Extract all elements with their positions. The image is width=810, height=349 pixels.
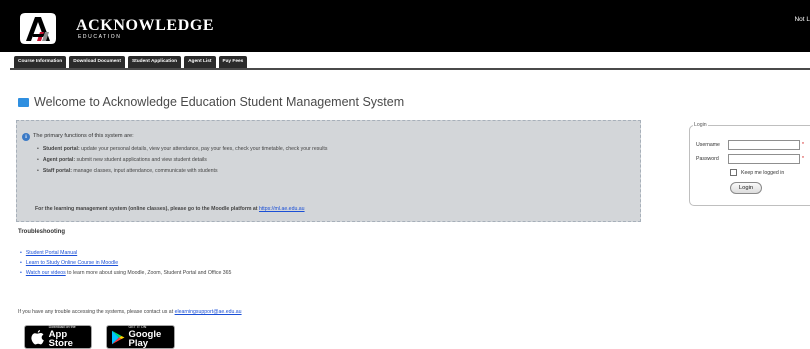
required-marker: * <box>802 142 804 148</box>
page-title: Welcome to Acknowledge Education Student… <box>34 95 405 109</box>
password-label: Password <box>696 156 719 162</box>
portal-list: Student portal: update your personal det… <box>37 146 328 179</box>
brand-subtitle: EDUCATION <box>78 34 122 40</box>
password-input[interactable] <box>728 154 800 164</box>
brand-name: ACKNOWLEDGE <box>76 17 215 34</box>
google-play-button[interactable]: GET IT ON Google Play <box>106 325 175 349</box>
tab-download-document[interactable]: Download Document <box>69 56 125 68</box>
google-play-text: GET IT ON Google Play <box>129 325 174 348</box>
troubleshooting-list: Student Portal Manual Learn to Study Onl… <box>20 250 232 280</box>
tab-student-application[interactable]: Student Application <box>127 56 182 68</box>
moodle-text: For the learning management system (onli… <box>35 206 259 212</box>
nav-divider <box>10 68 810 70</box>
list-item: Student Portal Manual <box>20 250 231 256</box>
info-heading: The primary functions of this system are… <box>33 133 134 139</box>
app-store-text: Download on the App Store <box>49 325 91 348</box>
list-item: Watch our videos to learn more about usi… <box>20 270 232 276</box>
videos-description: to learn more about using Moodle, Zoom, … <box>65 270 232 276</box>
portal-name: Staff portal: <box>42 168 72 174</box>
list-item: Learn to Study Online Course in Moodle <box>20 260 231 266</box>
moodle-notice: For the learning management system (onli… <box>35 206 305 212</box>
info-icon: i <box>22 133 30 141</box>
moodle-link[interactable]: https://ml.ae.edu.au <box>259 206 305 212</box>
app-store-label: App Store <box>48 328 73 349</box>
portal-description: submit new student applications and view… <box>75 157 207 163</box>
support-email-link[interactable]: elearningsupport@ae.edu.au <box>175 309 242 315</box>
google-play-icon <box>110 327 127 347</box>
acknowledge-a-logo[interactable] <box>18 11 58 46</box>
tab-agent-list[interactable]: Agent List <box>184 56 216 68</box>
monitor-icon <box>18 97 29 107</box>
main-nav: Course Information Download Document Stu… <box>14 56 248 68</box>
remember-row: Keep me logged in <box>730 169 784 176</box>
username-label: Username <box>696 142 720 148</box>
apple-icon <box>28 327 47 347</box>
contact-notice: If you have any trouble accessing the sy… <box>18 309 242 315</box>
login-box: Login Username * Password * Keep me logg… <box>689 122 810 206</box>
login-button[interactable]: Login <box>730 182 762 194</box>
portal-item-student: Student portal: update your personal det… <box>37 146 328 152</box>
info-panel: i The primary functions of this system a… <box>16 120 641 222</box>
login-legend: Login <box>693 122 708 128</box>
troubleshooting-title: Troubleshooting <box>18 229 65 235</box>
portal-name: Student portal: <box>42 146 80 152</box>
page-title-row: Welcome to Acknowledge Education Student… <box>18 95 404 109</box>
username-row: Username * <box>696 140 804 150</box>
portal-description: manage classes, input attendance, commun… <box>71 168 218 174</box>
password-row: Password * <box>696 154 804 164</box>
app-store-button[interactable]: Download on the App Store <box>24 325 92 349</box>
tab-pay-fees[interactable]: Pay Fees <box>218 56 248 68</box>
contact-text: If you have any trouble accessing the sy… <box>18 309 175 315</box>
google-play-label: Google Play <box>128 328 162 349</box>
keep-logged-in-label: Keep me logged in <box>741 169 785 176</box>
portal-item-agent: Agent portal: submit new student applica… <box>37 157 327 163</box>
required-marker: * <box>802 156 804 162</box>
keep-logged-in-checkbox[interactable] <box>730 169 737 176</box>
student-portal-manual-link[interactable]: Student Portal Manual <box>26 250 77 256</box>
login-status[interactable]: Not L <box>794 16 810 24</box>
portal-description: update your personal details, view your … <box>79 146 328 152</box>
username-input[interactable] <box>728 140 800 150</box>
header: ACKNOWLEDGE EDUCATION Not L <box>0 0 810 52</box>
portal-item-staff: Staff portal: manage classes, input atte… <box>37 168 327 174</box>
videos-link[interactable]: Watch our videos <box>26 270 66 276</box>
portal-name: Agent portal: <box>42 157 76 163</box>
moodle-course-link[interactable]: Learn to Study Online Course in Moodle <box>26 260 118 266</box>
tab-course-information[interactable]: Course Information <box>14 56 67 68</box>
